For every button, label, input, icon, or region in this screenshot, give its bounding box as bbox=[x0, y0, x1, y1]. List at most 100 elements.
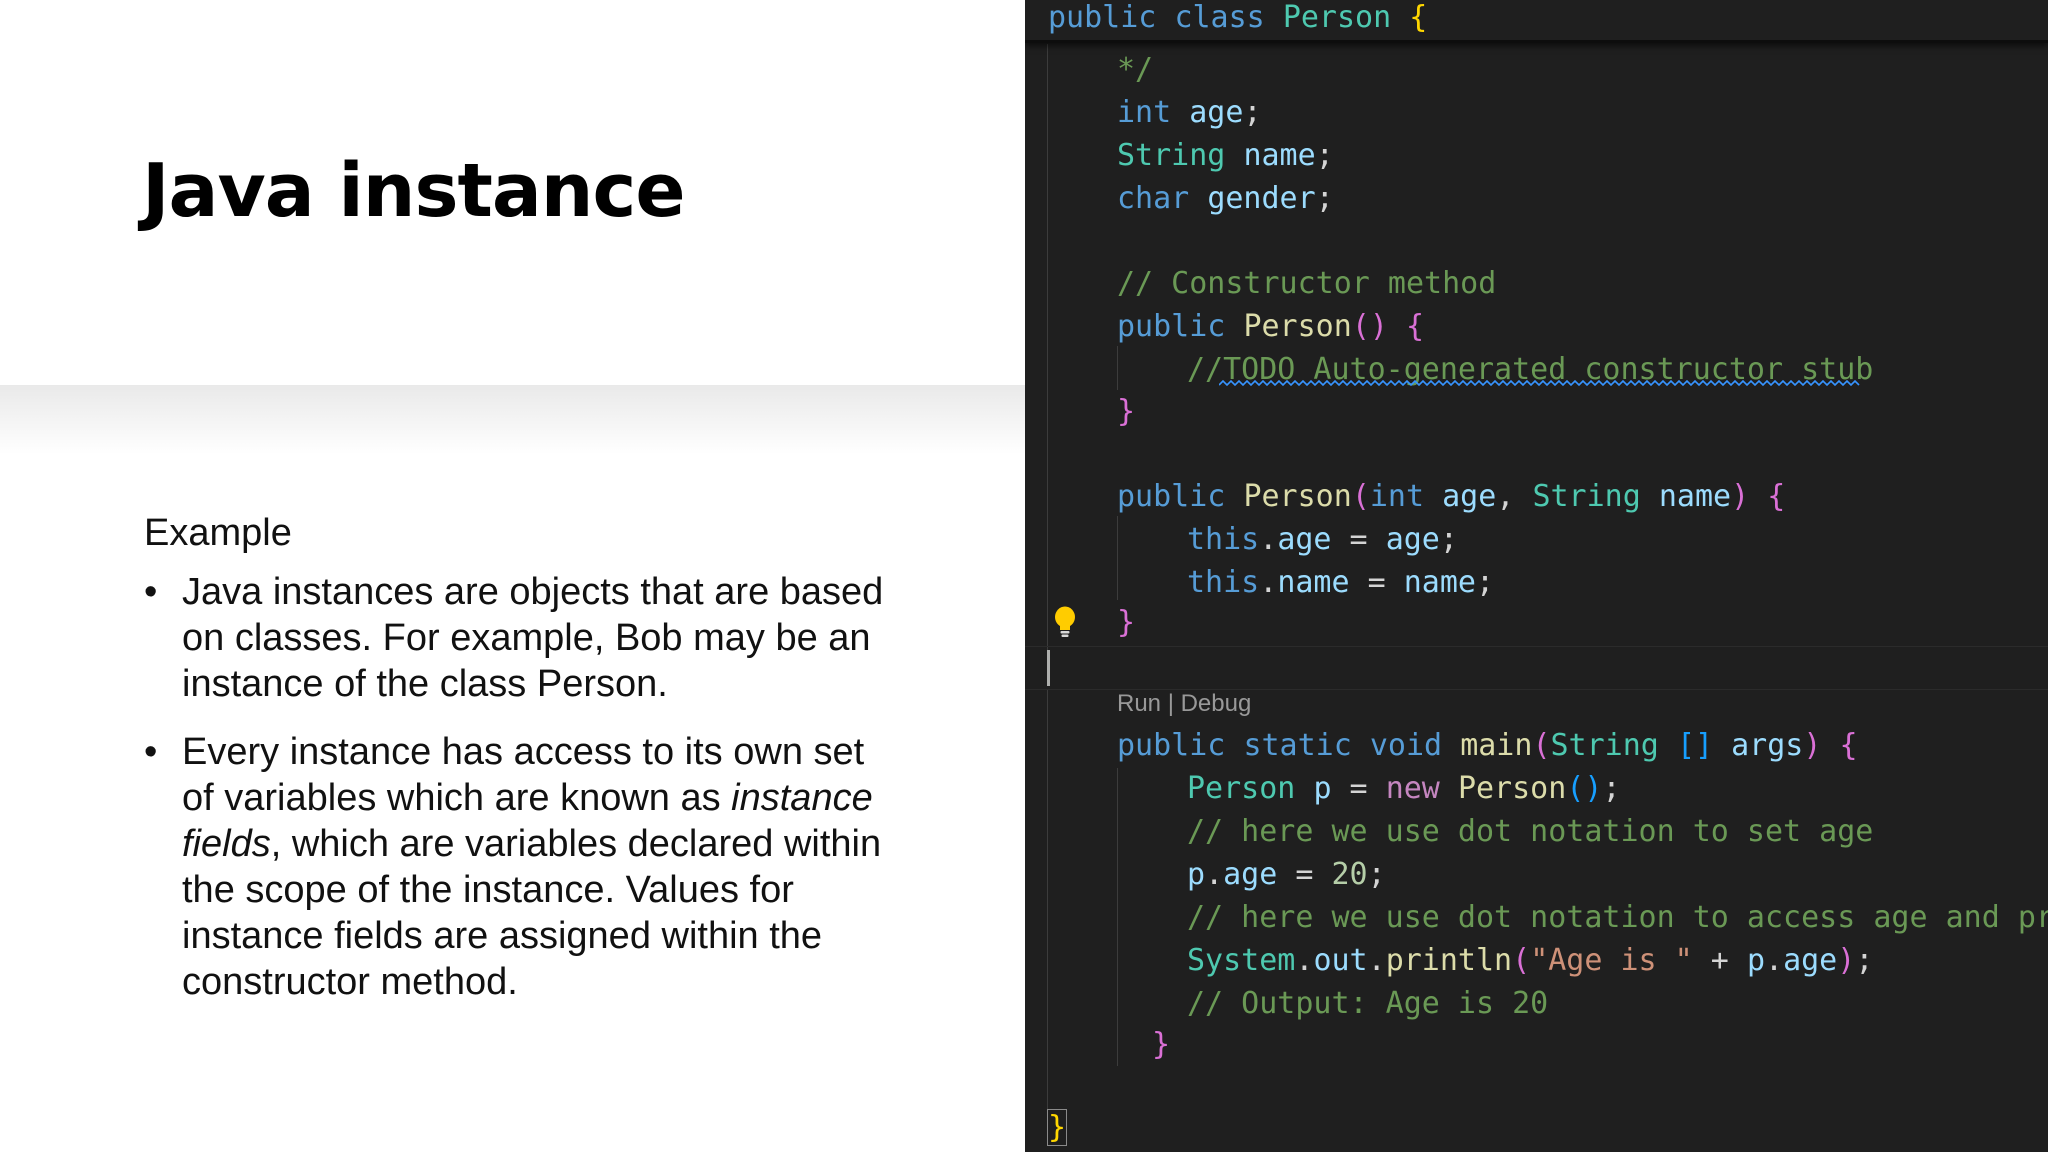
identifier: age bbox=[1189, 95, 1244, 130]
paren: ) bbox=[1731, 479, 1750, 514]
code-line[interactable]: System.out.println("Age is " + p.age); bbox=[1187, 943, 1873, 979]
code-line[interactable]: this.age = age; bbox=[1187, 522, 1458, 558]
punct: ; bbox=[1315, 181, 1334, 216]
code-line[interactable]: // Constructor method bbox=[1117, 266, 1496, 302]
code-line[interactable]: // Output: Age is 20 bbox=[1187, 986, 1548, 1022]
title-band: Java instance bbox=[0, 0, 1025, 385]
code-line[interactable]: int age; bbox=[1117, 95, 1262, 131]
operator: = bbox=[1349, 565, 1404, 600]
identifier: p bbox=[1313, 771, 1332, 806]
punct: . bbox=[1205, 857, 1224, 892]
punct: . bbox=[1367, 943, 1386, 978]
punct: , bbox=[1496, 479, 1533, 514]
punct: ; bbox=[1439, 522, 1458, 557]
keyword: public bbox=[1117, 728, 1226, 763]
operator: = bbox=[1277, 857, 1332, 892]
bullet-dot: • bbox=[144, 731, 158, 773]
bullet-item: • Java instances are objects that are ba… bbox=[144, 569, 904, 707]
identifier: gender bbox=[1207, 181, 1316, 216]
code-line[interactable]: char gender; bbox=[1117, 181, 1334, 217]
code-line[interactable]: public Person() { bbox=[1117, 309, 1424, 345]
paren: ) bbox=[1369, 309, 1388, 344]
punct: . bbox=[1259, 565, 1278, 600]
bullet-list: • Java instances are objects that are ba… bbox=[144, 569, 904, 1005]
indent-guide bbox=[1047, 690, 1048, 1110]
matched-brace: } bbox=[1047, 1109, 1068, 1146]
punct: . bbox=[1295, 943, 1314, 978]
code-line[interactable]: } bbox=[1047, 1109, 1068, 1146]
constructor-name: Person bbox=[1243, 479, 1352, 514]
code-line[interactable]: } bbox=[1152, 1027, 1170, 1063]
identifier: age bbox=[1223, 857, 1278, 892]
brace: { bbox=[1406, 309, 1425, 344]
punct: ; bbox=[1315, 138, 1334, 173]
code-line[interactable]: // here we use dot notation to set age bbox=[1187, 814, 1873, 850]
paren: ) bbox=[1803, 728, 1822, 763]
run-debug-codelens[interactable]: Run | Debug bbox=[1117, 690, 1251, 718]
sticky-class-declaration[interactable]: public class Person { bbox=[1048, 0, 1427, 36]
comment: */ bbox=[1117, 52, 1154, 87]
code-line[interactable]: this.name = name; bbox=[1187, 565, 1494, 601]
indent-guide bbox=[1117, 768, 1118, 1066]
keyword: this bbox=[1187, 522, 1260, 557]
operator: = bbox=[1331, 771, 1386, 806]
identifier: name bbox=[1277, 565, 1350, 600]
code-line[interactable]: Person p = new Person(); bbox=[1187, 771, 1621, 807]
identifier: age bbox=[1277, 522, 1332, 557]
code-line[interactable]: String name; bbox=[1117, 138, 1334, 174]
punct: . bbox=[1765, 943, 1784, 978]
type-name: String bbox=[1532, 479, 1641, 514]
paren: ( bbox=[1532, 728, 1551, 763]
text-cursor bbox=[1047, 650, 1050, 686]
code-line[interactable]: public Person(int age, String name) { bbox=[1117, 479, 1785, 515]
operator: = bbox=[1331, 522, 1386, 557]
identifier: p bbox=[1187, 857, 1206, 892]
lightbulb-icon[interactable] bbox=[1053, 606, 1077, 638]
parameter: age bbox=[1442, 479, 1497, 514]
brace: { bbox=[1839, 728, 1858, 763]
keyword: static bbox=[1243, 728, 1352, 763]
code-line[interactable]: */ bbox=[1117, 52, 1153, 88]
identifier: age bbox=[1783, 943, 1838, 978]
identifier: name bbox=[1243, 138, 1316, 173]
brace: { bbox=[1409, 0, 1428, 35]
type-name: Person bbox=[1187, 771, 1296, 806]
title-band-shadow bbox=[0, 385, 1025, 455]
punct: ; bbox=[1243, 95, 1262, 130]
type-name: String bbox=[1117, 138, 1226, 173]
code-editor[interactable]: */ int age; String name; char gender; //… bbox=[1025, 0, 2048, 1152]
type-keyword: char bbox=[1117, 181, 1190, 216]
type-keyword: int bbox=[1369, 479, 1425, 514]
code-line[interactable]: public static void main(String [] args) … bbox=[1117, 728, 1858, 764]
code-line[interactable]: // here we use dot notation to access ag… bbox=[1187, 900, 2048, 936]
keyword: class bbox=[1174, 0, 1265, 35]
code-line[interactable]: } bbox=[1117, 605, 1135, 641]
class-name: Person bbox=[1282, 0, 1392, 35]
punct: ; bbox=[1855, 943, 1874, 978]
brace: } bbox=[1117, 394, 1136, 429]
operator: + bbox=[1692, 943, 1747, 978]
paren: ( bbox=[1351, 309, 1370, 344]
code-line[interactable]: } bbox=[1117, 394, 1135, 430]
comment: // here we use dot notation to set age bbox=[1187, 814, 1874, 849]
type-name: System bbox=[1187, 943, 1296, 978]
keyword: void bbox=[1369, 728, 1443, 763]
method-name: println bbox=[1385, 943, 1513, 978]
identifier: p bbox=[1746, 943, 1765, 978]
constructor-name: Person bbox=[1457, 771, 1567, 806]
paren: ( bbox=[1351, 479, 1370, 514]
punct: ; bbox=[1602, 771, 1621, 806]
keyword: this bbox=[1187, 565, 1260, 600]
punct: . bbox=[1259, 522, 1278, 557]
code-line[interactable]: p.age = 20; bbox=[1187, 857, 1386, 893]
brace: } bbox=[1152, 1027, 1171, 1062]
bullet-dot: • bbox=[144, 571, 158, 613]
method-name: main bbox=[1460, 728, 1533, 763]
identifier: out bbox=[1313, 943, 1368, 978]
punct: ; bbox=[1476, 565, 1495, 600]
indent-guide bbox=[1117, 346, 1118, 390]
bullet-text: Java instances are objects that are base… bbox=[182, 571, 884, 705]
sticky-scroll-header[interactable]: public class Person { bbox=[1025, 0, 2048, 43]
number-literal: 20 bbox=[1331, 857, 1368, 892]
slide-body: Example • Java instances are objects tha… bbox=[144, 512, 904, 1027]
